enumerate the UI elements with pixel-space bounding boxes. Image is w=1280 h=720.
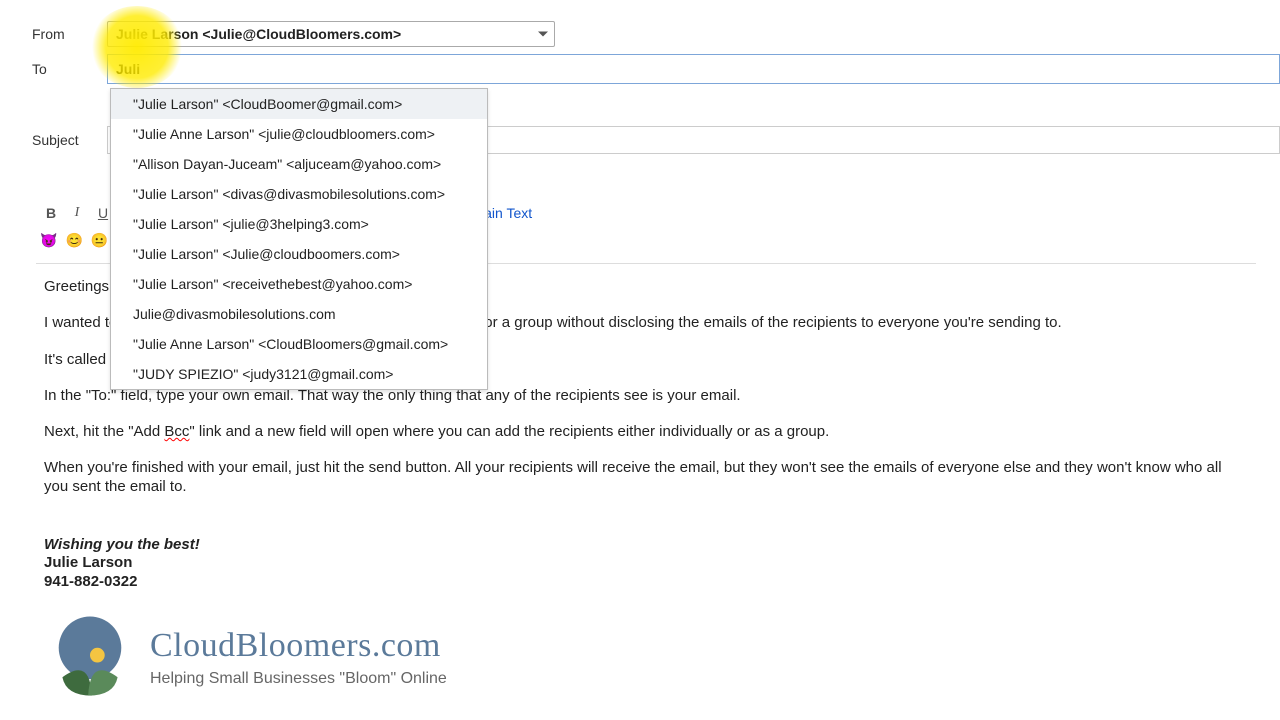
- brand-name: CloudBloomers.com: [150, 625, 447, 666]
- autocomplete-item[interactable]: "Julie Larson" <receivethebest@yahoo.com…: [111, 269, 487, 299]
- logo-text: CloudBloomers.com Helping Small Business…: [150, 625, 447, 688]
- body-paragraph: When you're finished with your email, ju…: [44, 459, 1248, 496]
- from-label: From: [32, 26, 107, 42]
- subject-label: Subject: [32, 132, 107, 148]
- signature-wish: Wishing you the best!: [44, 536, 1248, 554]
- bold-button[interactable]: B: [40, 202, 62, 224]
- autocomplete-item[interactable]: "Julie Larson" <Julie@cloudboomers.com>: [111, 239, 487, 269]
- autocomplete-item[interactable]: "Julie Larson" <CloudBoomer@gmail.com>: [111, 89, 487, 119]
- signature-name: Julie Larson: [44, 554, 1248, 572]
- chevron-down-icon: [538, 32, 548, 37]
- emoji-icon[interactable]: 😊: [65, 232, 82, 249]
- to-row: To: [32, 54, 1280, 84]
- body-paragraph: Next, hit the "Add Bcc" link and a new f…: [44, 423, 1248, 441]
- to-autocomplete-dropdown: "Julie Larson" <CloudBoomer@gmail.com> "…: [110, 88, 488, 390]
- italic-button[interactable]: I: [66, 202, 88, 224]
- emoji-icon[interactable]: 😈: [40, 232, 57, 249]
- autocomplete-item[interactable]: "Julie Larson" <divas@divasmobilesolutio…: [111, 179, 487, 209]
- to-input[interactable]: [107, 54, 1280, 84]
- autocomplete-item[interactable]: "Julie Larson" <julie@3helping3.com>: [111, 209, 487, 239]
- to-label: To: [32, 61, 107, 77]
- from-value: Julie Larson <Julie@CloudBloomers.com>: [116, 26, 401, 42]
- autocomplete-item[interactable]: "Allison Dayan-Juceam" <aljuceam@yahoo.c…: [111, 149, 487, 179]
- autocomplete-item[interactable]: Julie@divasmobilesolutions.com: [111, 299, 487, 329]
- from-row: From Julie Larson <Julie@CloudBloomers.c…: [32, 20, 1280, 48]
- autocomplete-item[interactable]: "Julie Anne Larson" <julie@cloudbloomers…: [111, 119, 487, 149]
- autocomplete-item[interactable]: "Julie Anne Larson" <CloudBloomers@gmail…: [111, 329, 487, 359]
- signature-logo: CloudBloomers.com Helping Small Business…: [44, 611, 1248, 703]
- autocomplete-item[interactable]: "JUDY SPIEZIO" <judy3121@gmail.com>: [111, 359, 487, 389]
- brand-tagline: Helping Small Businesses "Bloom" Online: [150, 669, 447, 689]
- emoji-icon[interactable]: 😐: [91, 232, 108, 249]
- spellcheck-squiggle: Bcc: [164, 423, 189, 440]
- from-select[interactable]: Julie Larson <Julie@CloudBloomers.com>: [107, 21, 555, 47]
- signature-phone: 941-882-0322: [44, 573, 1248, 591]
- logo-icon: [44, 611, 136, 703]
